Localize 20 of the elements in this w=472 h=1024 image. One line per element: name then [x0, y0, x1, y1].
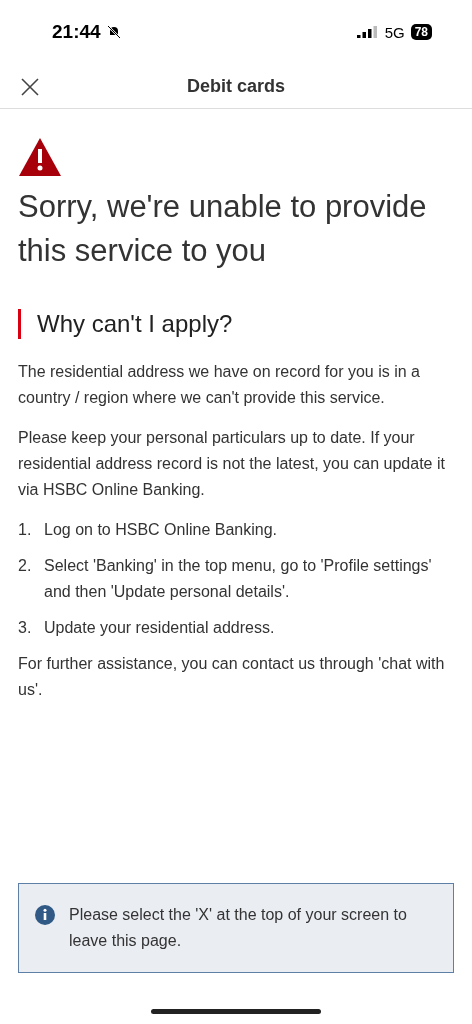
step-text: Update your residential address. [44, 618, 275, 638]
network-label: 5G [384, 23, 405, 41]
info-icon [35, 905, 55, 925]
step-number: 1. [18, 520, 33, 540]
page-title: Sorry, we're unable to provide this service to you [18, 188, 428, 270]
paragraph: The residential address we have on record for you is in a country / region where we can't provide this service. [18, 362, 421, 408]
step-text: Select 'Banking' in the top menu, go to 'Profile settings' and then 'Update personal details'. [44, 556, 433, 602]
paragraph: Please keep your personal particulars up to date. If your residential address record is not the latest, you can update it via HSBC Online Banking. [18, 428, 446, 500]
battery-level: 78 [410, 24, 432, 40]
signal-icon [356, 26, 379, 38]
notice-text: Please select the 'X' at the top of your screen to leave this page. [69, 905, 408, 951]
section-heading: Why can't I apply? [18, 309, 454, 339]
status-time: 21:44 [52, 21, 101, 43]
paragraph: For further assistance, you can contact us through 'chat with us'. [18, 654, 446, 700]
step-number: 2. [18, 556, 33, 576]
step-number: 3. [18, 618, 33, 638]
bell-off-icon [106, 25, 121, 39]
warning-icon [18, 137, 62, 177]
header-title: Debit cards [186, 75, 285, 97]
step-text: Log on to HSBC Online Banking. [44, 520, 278, 540]
